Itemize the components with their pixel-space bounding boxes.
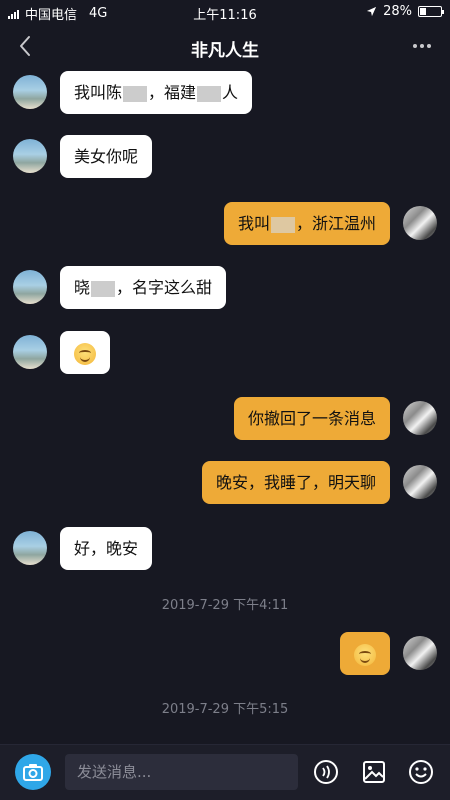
input-bar: [0, 744, 450, 800]
self-avatar[interactable]: [403, 465, 437, 499]
self-avatar[interactable]: [403, 206, 437, 240]
battery-fill: [420, 8, 426, 15]
status-bar: 中国电信 4G 上午11:16 28%: [0, 0, 450, 24]
message-text: ，福建: [148, 83, 197, 102]
peer-avatar[interactable]: [13, 531, 47, 565]
image-button[interactable]: [359, 757, 389, 787]
peer-avatar[interactable]: [13, 270, 47, 304]
voice-icon: [314, 760, 338, 784]
message-text: 晚安，我睡了，明天聊: [215, 473, 376, 492]
peer-avatar[interactable]: [13, 335, 47, 369]
message-bubble[interactable]: 好，晚安: [60, 527, 153, 570]
message-text: 晓: [74, 278, 91, 297]
message-bubble[interactable]: 晚安，我睡了，明天聊: [201, 461, 390, 504]
chat-area[interactable]: 我叫陈 ，福建 人美女你呢我叫 ，浙江温州晓 ，名字这么甜你撤回了一条消息晚安，我睡了，…: [0, 68, 450, 744]
nav-bar: 非凡人生: [0, 24, 450, 68]
status-right: 28%: [366, 4, 444, 19]
emoji-button[interactable]: [406, 757, 436, 787]
more-dot: [420, 44, 424, 48]
self-avatar[interactable]: [403, 636, 437, 670]
message-text: 你撤回了一条消息: [247, 409, 376, 428]
redacted-text: [91, 280, 116, 297]
message-bubble[interactable]: 我叫陈 ，福建 人: [60, 71, 253, 114]
location-arrow-icon: [367, 6, 377, 17]
peer-avatar[interactable]: [13, 75, 47, 109]
message-text: 好，晚安: [74, 539, 139, 558]
battery-percent: 28%: [383, 4, 412, 19]
voice-button[interactable]: [311, 757, 341, 787]
message-text: 人: [222, 83, 239, 102]
self-avatar[interactable]: [403, 401, 437, 435]
image-icon: [363, 761, 385, 783]
emoji-icon: [409, 760, 433, 784]
chat-title: 非凡人生: [191, 41, 259, 61]
message-bubble[interactable]: [340, 632, 390, 675]
smile-emoji-icon: [74, 342, 96, 365]
smile-emoji-icon: [354, 643, 376, 666]
message-text: 我叫陈: [74, 83, 123, 102]
message-text: ，浙江温州: [295, 214, 376, 233]
message-text: 我叫: [237, 214, 270, 233]
timestamp: 2019-7-29 下午4:11: [161, 598, 289, 613]
message-bubble[interactable]: 美女你呢: [60, 135, 153, 178]
message-input[interactable]: [65, 754, 298, 790]
battery-icon: [418, 6, 444, 17]
redacted-text: [197, 85, 222, 102]
peer-avatar[interactable]: [13, 139, 47, 173]
message-bubble[interactable]: [60, 331, 110, 374]
message-bubble[interactable]: 晓 ，名字这么甜: [60, 266, 227, 309]
timestamp: 2019-7-29 下午5:15: [161, 702, 289, 717]
redacted-text: [123, 85, 148, 102]
more-dot: [427, 44, 431, 48]
message-text: ，名字这么甜: [116, 278, 213, 297]
message-text: 美女你呢: [74, 147, 139, 166]
camera-button[interactable]: [15, 754, 51, 790]
more-dots-icon: [413, 44, 417, 48]
camera-icon: [23, 764, 43, 781]
message-bubble[interactable]: 我叫 ，浙江温州: [223, 202, 390, 245]
redacted-text: [270, 216, 295, 233]
message-bubble[interactable]: 你撤回了一条消息: [233, 397, 390, 440]
more-button[interactable]: [408, 34, 436, 58]
